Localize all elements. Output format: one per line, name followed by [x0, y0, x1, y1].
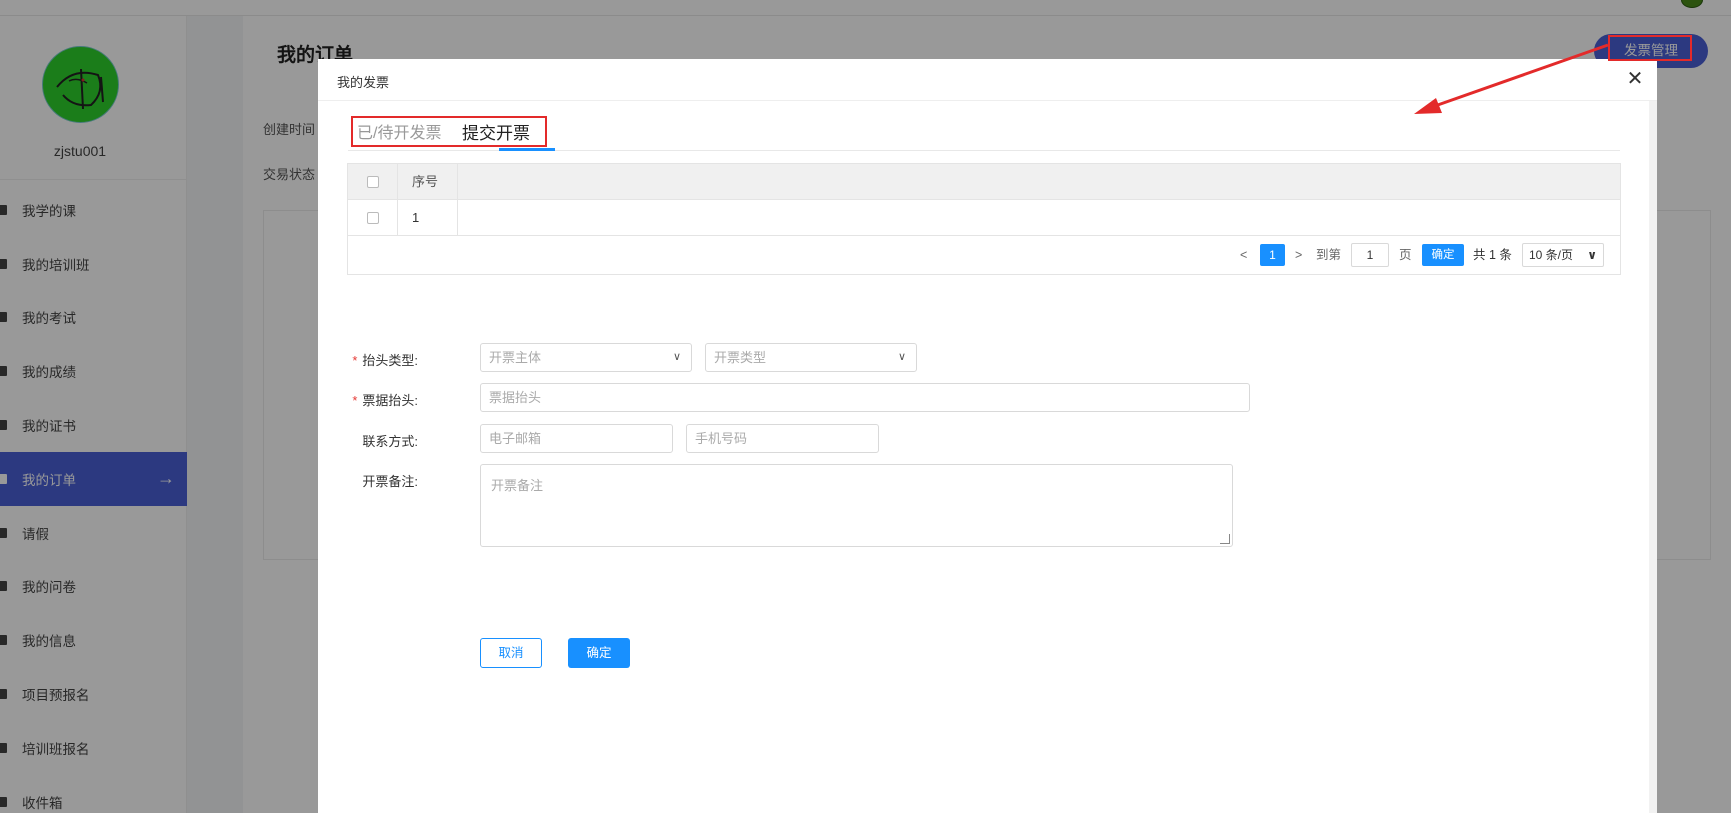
- chevron-down-icon: ∨: [1587, 248, 1597, 262]
- row-select-cell: [348, 200, 398, 236]
- page-size-select[interactable]: 10 条/页 ∨: [1522, 243, 1604, 267]
- annotation-box-tabs: [351, 116, 547, 147]
- goto-confirm-button[interactable]: 确定: [1422, 244, 1464, 266]
- pagination: < 1 > 到第 1 页 确定 共 1 条 10 条/页 ∨: [348, 236, 1620, 274]
- invoice-type-select[interactable]: 开票类型 ∨: [705, 343, 917, 372]
- invoice-type-placeholder: 开票类型: [714, 350, 767, 365]
- chevron-down-icon: ∨: [897, 351, 906, 363]
- select-all-cell: [348, 164, 398, 200]
- close-icon[interactable]: ✕: [1624, 68, 1646, 90]
- remark-placeholder: 开票备注: [491, 478, 544, 493]
- tab-active-indicator: [499, 148, 555, 151]
- invoice-title-input[interactable]: 票据抬头: [480, 383, 1250, 412]
- modal-header: 我的发票 ✕: [318, 59, 1657, 101]
- modal-title: 我的发票: [337, 75, 390, 90]
- cancel-button[interactable]: 取消: [480, 638, 542, 668]
- row-checkbox[interactable]: [367, 212, 379, 224]
- header-type-label: * 抬头类型:: [318, 350, 418, 369]
- required-mark: *: [352, 393, 358, 408]
- phone-placeholder: 手机号码: [695, 431, 748, 446]
- contact-label: 联系方式:: [362, 434, 418, 449]
- invoice-title-placeholder: 票据抬头: [489, 390, 542, 405]
- invoice-subject-placeholder: 开票主体: [489, 350, 542, 365]
- goto-label: 到第: [1316, 248, 1342, 262]
- invoice-table: 序号 1 < 1 > 到第 1 页 确定 共 1 条 10 条/页 ∨: [347, 163, 1621, 275]
- chevron-down-icon: ∨: [672, 351, 681, 363]
- page-size-value: 10 条/页: [1529, 248, 1574, 262]
- resize-handle-icon[interactable]: [1220, 534, 1230, 544]
- invoice-modal: 我的发票 ✕ 已/待开发票 提交开票 序号 1 < 1 > 到第 1 页 确定 …: [318, 59, 1657, 813]
- required-mark: *: [352, 353, 358, 368]
- invoice-title-label: * 票据抬头:: [318, 390, 418, 409]
- goto-page-input[interactable]: 1: [1351, 243, 1389, 267]
- prev-page-icon[interactable]: <: [1240, 244, 1247, 266]
- page-1-button[interactable]: 1: [1260, 244, 1285, 266]
- table-header: 序号: [348, 164, 1620, 200]
- annotation-box-invoice-button: [1608, 35, 1692, 61]
- select-all-checkbox[interactable]: [367, 176, 379, 188]
- header-type-label-text: 抬头类型:: [362, 353, 418, 368]
- scrollbar[interactable]: [1649, 101, 1657, 813]
- invoice-title-label-text: 票据抬头:: [362, 393, 418, 408]
- email-field[interactable]: 电子邮箱: [480, 424, 673, 453]
- remark-textarea[interactable]: 开票备注: [480, 464, 1233, 547]
- table-cell-index: 1: [398, 200, 458, 236]
- next-page-icon[interactable]: >: [1295, 244, 1302, 266]
- total-count: 共 1 条: [1473, 248, 1512, 262]
- remark-label: 开票备注:: [362, 474, 418, 489]
- submit-button[interactable]: 确定: [568, 638, 630, 668]
- phone-field[interactable]: 手机号码: [686, 424, 879, 453]
- column-header-index: 序号: [398, 164, 458, 200]
- email-placeholder: 电子邮箱: [489, 431, 542, 446]
- page-unit-label: 页: [1399, 248, 1412, 262]
- invoice-subject-select[interactable]: 开票主体 ∨: [480, 343, 692, 372]
- table-row: 1: [348, 200, 1620, 236]
